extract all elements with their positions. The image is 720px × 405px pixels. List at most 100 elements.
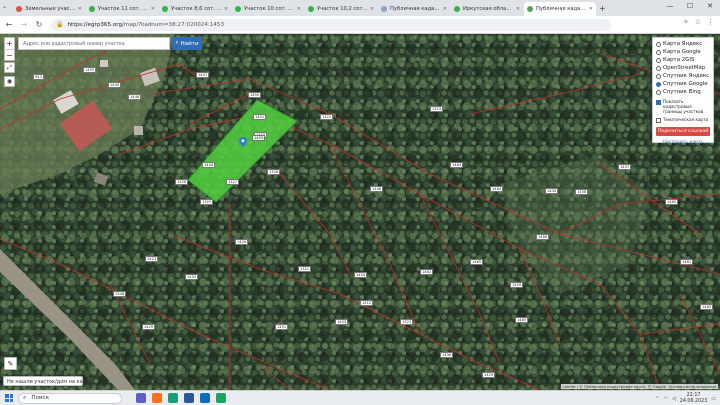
basemap-radio[interactable] — [656, 89, 661, 95]
location-marker-icon[interactable] — [239, 137, 247, 147]
parcel-number-label[interactable]: 1438 — [440, 352, 454, 359]
parcel-number-label[interactable]: 1460 — [665, 199, 679, 206]
parcel-number-label[interactable]: 1328 — [267, 169, 281, 176]
taskbar-app-icon[interactable] — [184, 393, 194, 403]
browser-tab[interactable]: Участок 10 сот. (СНТ, ДНП)✕ — [232, 2, 304, 16]
share-link-button[interactable]: Поделиться ссылкой — [656, 126, 710, 136]
taskbar-app-icon[interactable] — [168, 393, 178, 403]
parcel-number-label[interactable]: 1454 — [202, 162, 216, 169]
parcel-number-label[interactable]: 1423 — [145, 256, 159, 263]
basemap-radio[interactable] — [656, 81, 661, 87]
minimize-button[interactable]: — — [660, 0, 680, 14]
parcel-number-label[interactable]: 1429 — [235, 239, 249, 246]
taskbar-app-icon[interactable] — [136, 393, 146, 403]
parcel-number-label[interactable]: 1323 — [430, 106, 444, 113]
taskbar-app-icon[interactable] — [216, 393, 226, 403]
basemap-radio[interactable] — [656, 41, 661, 47]
parcel-number-label[interactable]: 1462 — [420, 269, 434, 276]
tab-close-icon[interactable]: ✕ — [151, 6, 155, 12]
basemap-option[interactable]: Спутник Bing — [656, 88, 710, 96]
forward-button[interactable]: → — [18, 20, 30, 29]
address-bar[interactable]: 🔒 https://egrp365.org/map/?kadnum=38:27:… — [51, 18, 611, 31]
parcel-number-label[interactable]: 1449 — [108, 82, 122, 89]
volume-icon[interactable]: ◁ — [672, 396, 676, 402]
basemap-radio[interactable] — [656, 73, 661, 79]
map-search-input[interactable] — [18, 37, 170, 50]
show-borders-checkbox[interactable] — [656, 99, 661, 105]
parcel-number-label[interactable]: 1451 — [275, 324, 289, 331]
parcel-number-label[interactable]: 1412 — [360, 300, 374, 307]
parcel-number-label[interactable]: 1463 — [450, 162, 464, 169]
tab-close-icon[interactable]: ✕ — [443, 6, 447, 12]
parcel-number-label[interactable]: 1325 — [200, 199, 214, 206]
close-window-button[interactable]: ✕ — [700, 0, 720, 14]
basemap-option[interactable]: Карта 2GIS — [656, 56, 710, 64]
setup-map-link[interactable]: Настроить карту — [656, 140, 710, 145]
tab-search-icon[interactable]: ⌄ — [2, 3, 11, 12]
parcel-number-label[interactable]: 1346 — [113, 291, 127, 298]
browser-tab[interactable]: Публичная кадастровая к✕ — [378, 2, 450, 16]
parcel-number-label[interactable]: 1451 — [253, 114, 267, 121]
fullscreen-icon[interactable]: ⤢ — [4, 62, 15, 73]
parcel-number-label[interactable]: 1321 — [298, 266, 312, 273]
parcel-number-label[interactable]: 1322 — [320, 114, 334, 121]
tray-chevron-icon[interactable]: ⌃ — [655, 396, 659, 402]
tab-close-icon[interactable]: ✕ — [589, 6, 593, 12]
find-button[interactable]: ⌕ Найти — [172, 37, 202, 50]
basemap-option[interactable]: OpenStreetMap — [656, 64, 710, 72]
taskbar-app-icon[interactable] — [152, 393, 162, 403]
notifications-icon[interactable]: ▭ — [711, 396, 716, 402]
zoom-out-button[interactable]: − — [5, 49, 14, 60]
parcel-number-label[interactable]: 1446 — [128, 94, 142, 101]
parcel-number-label[interactable]: 1458 — [575, 189, 589, 196]
menu-icon[interactable]: ⋮ — [707, 18, 714, 26]
parcel-number-label[interactable]: 953 — [33, 74, 44, 81]
parcel-number-label[interactable]: 1464 — [490, 186, 504, 193]
maximize-button[interactable]: ☐ — [680, 0, 700, 14]
parcel-number-label[interactable]: 1450 — [248, 92, 262, 99]
parcel-number-label[interactable]: 1459 — [510, 282, 524, 289]
tab-close-icon[interactable]: ✕ — [297, 6, 301, 12]
parcel-number-label[interactable]: 1452 — [185, 274, 199, 281]
basemap-option[interactable]: Карта Яндекс — [656, 40, 710, 48]
parcel-number-label[interactable]: 1457 — [618, 164, 632, 171]
basemap-radio[interactable] — [656, 57, 661, 63]
reload-button[interactable]: ↻ — [33, 20, 45, 29]
basemap-radio[interactable] — [656, 65, 661, 71]
parcel-number-label[interactable]: 1462 — [700, 304, 714, 311]
parcel-number-label[interactable]: 1448 — [370, 186, 384, 193]
basemap-option[interactable]: Спутник Google — [656, 80, 710, 88]
tab-close-icon[interactable]: ✕ — [224, 6, 228, 12]
basemap-radio[interactable] — [656, 49, 661, 55]
network-icon[interactable]: ◠ — [664, 396, 668, 402]
parcel-number-label[interactable]: 1327 — [226, 179, 240, 186]
browser-tab[interactable]: Земельные участки в Иркутск✕ — [13, 2, 85, 16]
extension-icon[interactable]: ✧ — [683, 18, 689, 26]
browser-tab[interactable]: Участок 10,2 сот. (личное✕ — [305, 2, 377, 16]
parcel-number-label[interactable]: 1455 — [83, 67, 97, 74]
tab-close-icon[interactable]: ✕ — [370, 6, 374, 12]
taskbar-search-box[interactable]: ⌕ Поиск — [18, 392, 122, 404]
browser-tab[interactable]: Участок 8,6 сот. (СНТ, ДНП)✕ — [159, 2, 231, 16]
locate-icon[interactable]: ◉ — [4, 76, 15, 87]
parcel-number-label[interactable]: 1465 — [470, 259, 484, 266]
parcel-number-label[interactable]: 1323 — [400, 319, 414, 326]
parcel-number-label[interactable]: 1466 — [536, 234, 550, 241]
parcel-number-label[interactable]: 1454 — [354, 272, 368, 279]
browser-tab[interactable]: Иркутская область, Шелех✕ — [451, 2, 523, 16]
clock[interactable]: 22:17 24.06.2023 — [680, 393, 707, 404]
parcel-number-label[interactable]: 1429 — [142, 324, 156, 331]
parcel-number-label[interactable]: 1403 — [335, 319, 349, 326]
parcel-number-label[interactable]: 1326 — [175, 179, 189, 186]
tab-close-icon[interactable]: ✕ — [516, 6, 520, 12]
star-icon[interactable]: ☆ — [695, 18, 701, 26]
show-borders-option[interactable]: Показать кадастровые границы участков — [656, 99, 710, 114]
taskbar-app-icon[interactable] — [200, 393, 210, 403]
thematic-option[interactable]: Тематическая карта — [656, 117, 710, 123]
highlighted-parcel-label[interactable]: 1453 — [252, 135, 266, 142]
back-button[interactable]: ← — [3, 20, 15, 29]
map-viewport[interactable]: 9531455144914011446145014511402145314541… — [0, 34, 720, 390]
parcel-number-label[interactable]: 1465 — [515, 317, 529, 324]
parcel-number-label[interactable]: 1401 — [196, 72, 210, 79]
basemap-option[interactable]: Спутник Яндекс — [656, 72, 710, 80]
